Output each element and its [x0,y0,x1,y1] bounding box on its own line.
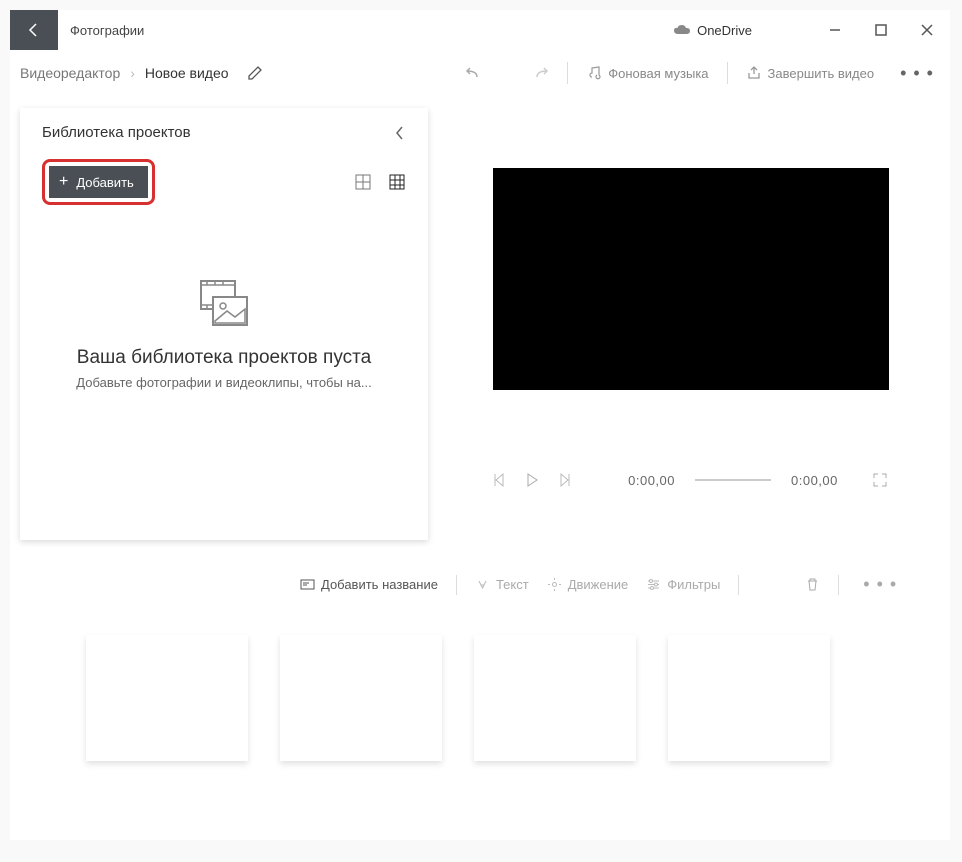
onedrive-label: OneDrive [697,23,752,38]
library-panel: Библиотека проектов + Добавить [20,108,428,540]
time-current: 0:00,00 [628,473,675,488]
close-button[interactable] [904,10,950,50]
chevron-right-icon: › [130,65,135,81]
breadcrumb-current[interactable]: Новое видео [145,65,229,81]
fullscreen-button[interactable] [872,472,888,488]
filters-icon [646,577,661,592]
breadcrumb-root[interactable]: Видеоредактор [20,65,120,81]
next-frame-button[interactable] [558,473,570,487]
view-large-button[interactable] [354,173,372,191]
add-button-highlight: + Добавить [42,159,155,205]
storyboard [10,605,950,761]
collapse-panel-button[interactable] [394,125,406,141]
add-title-card-button[interactable]: Добавить название [300,577,438,592]
maximize-button[interactable] [858,10,904,50]
back-button[interactable] [10,10,58,50]
undo-button[interactable] [465,64,483,82]
motion-button[interactable]: Движение [547,577,629,592]
text-button[interactable]: Текст [475,577,529,592]
play-button[interactable] [526,473,538,487]
onedrive-button[interactable]: OneDrive [673,23,752,38]
cloud-icon [673,24,691,36]
arrow-left-icon [26,22,42,38]
command-bar: Видеоредактор › Новое видео Фоновая музы… [10,50,950,96]
empty-title: Ваша библиотека проектов пуста [42,347,406,369]
finish-label: Завершить видео [768,66,875,81]
video-preview[interactable] [493,168,889,390]
app-title: Фотографии [70,23,144,38]
preview-area: 0:00,00 0:00,00 [448,108,950,540]
view-grid-button[interactable] [388,173,406,191]
prev-frame-button[interactable] [494,473,506,487]
plus-icon: + [59,174,68,190]
export-icon [746,65,762,81]
title-bar: Фотографии OneDrive [10,10,950,50]
music-label: Фоновая музыка [608,66,708,81]
more-button[interactable]: • • • [894,63,940,84]
timeline-more-button[interactable]: • • • [857,574,903,595]
storyboard-slot[interactable] [280,635,442,761]
breadcrumb: Видеоредактор › Новое видео [20,65,229,81]
text-icon [475,577,490,592]
minimize-button[interactable] [812,10,858,50]
empty-state: Ваша библиотека проектов пуста Добавьте … [42,245,406,390]
motion-icon [547,577,562,592]
add-button[interactable]: + Добавить [49,166,148,198]
storyboard-slot[interactable] [86,635,248,761]
timeline-toolbar: Добавить название Текст Движение Фильтры… [10,564,950,605]
pencil-icon[interactable] [247,65,263,81]
library-title: Библиотека проектов [42,124,191,141]
time-total: 0:00,00 [791,473,838,488]
filters-button[interactable]: Фильтры [646,577,720,592]
add-label: Добавить [76,175,133,190]
delete-button[interactable] [805,577,820,592]
background-music-button[interactable]: Фоновая музыка [586,65,708,81]
redo-button[interactable] [531,64,549,82]
storyboard-slot[interactable] [474,635,636,761]
title-card-icon [300,577,315,592]
empty-subtitle: Добавьте фотографии и видеоклипы, чтобы … [42,375,406,390]
scrubber[interactable] [695,479,771,481]
finish-video-button[interactable]: Завершить видео [746,65,875,81]
music-icon [586,65,602,81]
player-controls: 0:00,00 0:00,00 [458,472,924,488]
storyboard-slot[interactable] [668,635,830,761]
media-empty-icon [195,275,253,333]
